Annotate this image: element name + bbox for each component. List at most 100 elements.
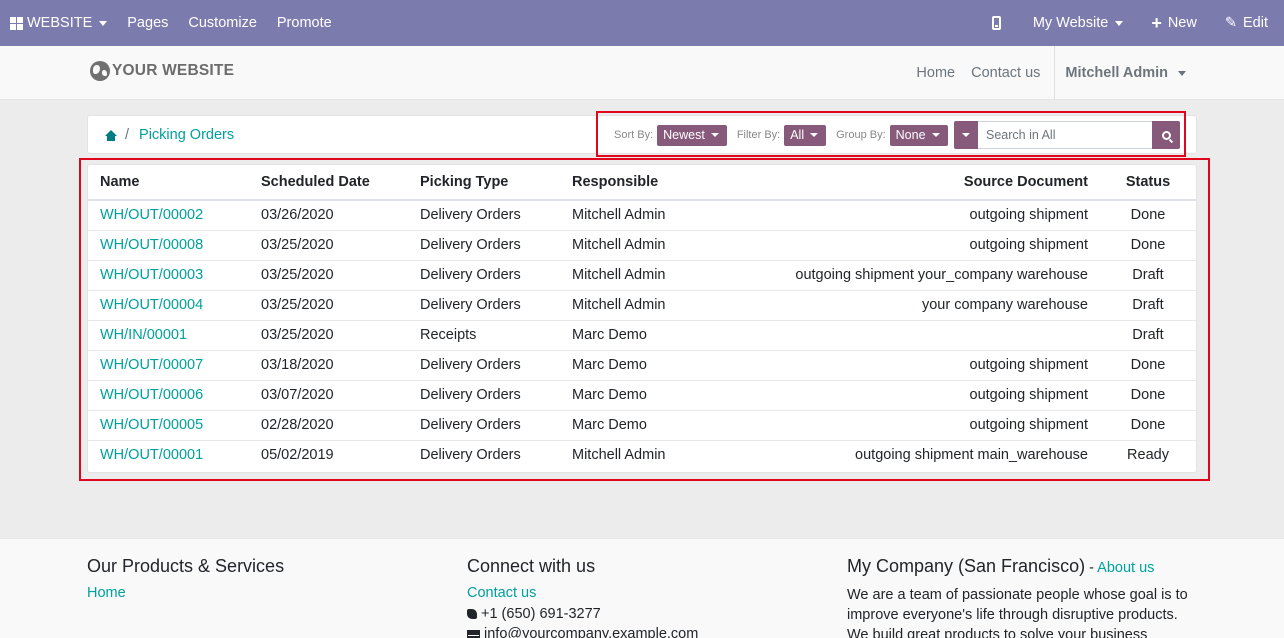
breadcrumb-separator: / — [125, 127, 130, 143]
footer-contact-link[interactable]: Contact us — [467, 585, 698, 601]
footer-home-link[interactable]: Home — [87, 585, 284, 601]
cell-source-document: outgoing shipment — [969, 207, 1089, 224]
cell-responsible: Marc Demo — [560, 409, 720, 440]
nav-contact-link[interactable]: Contact us — [963, 65, 1048, 81]
footer-phone-number: +1 (650) 691-3277 — [481, 606, 601, 622]
customize-menu-button[interactable]: Customize — [178, 0, 267, 46]
apps-grid-icon — [10, 16, 23, 30]
footer-about-link[interactable]: About us — [1097, 560, 1154, 576]
picking-order-link[interactable]: WH/OUT/00004 — [100, 297, 203, 313]
cell-picking-type: Delivery Orders — [408, 289, 560, 320]
phone-icon — [467, 609, 477, 620]
new-button[interactable]: + New — [1141, 0, 1215, 46]
cell-status: Done — [1100, 409, 1196, 440]
edit-label: Edit — [1243, 15, 1268, 31]
mobile-phone-icon — [991, 16, 1001, 30]
cell-picking-type: Delivery Orders — [408, 349, 560, 380]
table-row[interactable]: WH/IN/00001 03/25/2020 Receipts Marc Demo Dr… — [88, 319, 1196, 350]
cell-status: Done — [1100, 229, 1196, 260]
cell-picking-type: Delivery Orders — [408, 259, 560, 290]
cell-scheduled-date: 02/28/2020 — [249, 409, 408, 440]
pages-menu-button[interactable]: Pages — [117, 0, 178, 46]
picking-order-link[interactable]: WH/OUT/00002 — [100, 207, 203, 223]
my-website-dropdown[interactable]: My Website — [1023, 0, 1141, 46]
cell-scheduled-date: 03/07/2020 — [249, 379, 408, 410]
picking-orders-table: Name Scheduled Date Picking Type Respons… — [88, 165, 1196, 470]
table-row[interactable]: WH/OUT/00007 03/18/2020 Delivery Orders Mar… — [88, 349, 1196, 380]
footer-company-column: My Company (San Francisco) - About us We… — [847, 556, 1197, 638]
promote-menu-button[interactable]: Promote — [267, 0, 342, 46]
footer-connect-title: Connect with us — [467, 556, 596, 576]
picking-order-link[interactable]: WH/OUT/00006 — [100, 387, 203, 403]
column-header-source-document: Source Document — [720, 165, 1100, 201]
cell-picking-type: Delivery Orders — [408, 379, 560, 410]
table-row[interactable]: WH/OUT/00005 02/28/2020 Delivery Orders Mar… — [88, 409, 1196, 440]
breadcrumb-current[interactable]: Picking Orders — [139, 127, 234, 143]
website-menu-label: WEBSITE — [27, 15, 93, 31]
picking-order-link[interactable]: WH/OUT/00005 — [100, 417, 203, 433]
cell-scheduled-date: 03/25/2020 — [249, 319, 408, 350]
footer-products-column: Our Products & Services Home — [87, 556, 284, 604]
table-header-row: Name Scheduled Date Picking Type Respons… — [88, 165, 1196, 201]
table-row[interactable]: WH/OUT/00002 03/26/2020 Delivery Orders Mit… — [88, 200, 1196, 230]
picking-order-link[interactable]: WH/OUT/00008 — [100, 237, 203, 253]
envelope-icon — [467, 629, 480, 638]
group-by-dropdown[interactable]: None — [889, 124, 948, 146]
footer-company-name: My Company (San Francisco) — [847, 556, 1086, 576]
search-scope-dropdown[interactable] — [954, 121, 978, 149]
footer-email-address: info@yourcompany.example.com — [484, 626, 699, 638]
user-name: Mitchell Admin — [1065, 65, 1168, 81]
table-row[interactable]: WH/OUT/00001 05/02/2019 Delivery Orders Mit… — [88, 439, 1196, 470]
cell-name: WH/OUT/00008 — [88, 229, 249, 260]
edit-button[interactable]: ✎ Edit — [1215, 0, 1278, 46]
column-header-responsible: Responsible — [560, 165, 720, 201]
picking-order-link[interactable]: WH/OUT/00003 — [100, 267, 203, 283]
footer-company-text: We are a team of passionate people whose… — [847, 587, 1188, 638]
sort-by-value: Newest — [663, 128, 705, 142]
cell-name: WH/OUT/00004 — [88, 289, 249, 320]
filter-by-dropdown[interactable]: All — [784, 124, 827, 146]
footer-products-title: Our Products & Services — [87, 556, 285, 576]
picking-order-link[interactable]: WH/IN/00001 — [100, 327, 187, 343]
sort-by-dropdown[interactable]: Newest — [657, 124, 727, 146]
website-menu-button[interactable]: WEBSITE — [0, 0, 117, 46]
cell-picking-type: Receipts — [408, 319, 560, 350]
picking-order-link[interactable]: WH/OUT/00001 — [100, 447, 203, 463]
cell-status: Draft — [1100, 259, 1196, 290]
user-menu-dropdown[interactable]: Mitchell Admin — [1054, 46, 1194, 100]
nav-home-link[interactable]: Home — [908, 65, 963, 81]
table-row[interactable]: WH/OUT/00006 03/07/2020 Delivery Orders Mar… — [88, 379, 1196, 410]
column-header-name: Name — [88, 165, 249, 201]
cell-responsible: Mitchell Admin — [560, 439, 720, 470]
cell-name: WH/OUT/00006 — [88, 379, 249, 410]
footer-email[interactable]: info@yourcompany.example.com — [467, 624, 698, 638]
column-header-status: Status — [1100, 165, 1196, 201]
list-controls: Sort By: Newest Filter By: All Group By:… — [614, 124, 958, 146]
home-icon[interactable] — [105, 129, 117, 141]
cell-name: WH/OUT/00005 — [88, 409, 249, 440]
cell-responsible: Marc Demo — [560, 349, 720, 380]
cell-responsible: Mitchell Admin — [572, 207, 666, 224]
my-website-label: My Website — [1032, 15, 1109, 31]
footer-connect-column: Connect with us Contact us +1 (650) 691-… — [467, 556, 698, 638]
table-row[interactable]: WH/OUT/00008 03/25/2020 Delivery Orders Mit… — [88, 229, 1196, 260]
search-icon — [1161, 130, 1171, 140]
picking-order-link[interactable]: WH/OUT/00007 — [100, 357, 203, 373]
search-input[interactable] — [978, 121, 1152, 149]
cell-name: WH/OUT/00001 — [88, 439, 249, 470]
cell-scheduled-date: 03/26/2020 — [261, 207, 334, 224]
caret-down-icon — [931, 133, 940, 137]
cell-responsible: Mitchell Admin — [560, 229, 720, 260]
cell-status: Done — [1130, 207, 1166, 224]
table-row[interactable]: WH/OUT/00004 03/25/2020 Delivery Orders Mit… — [88, 289, 1196, 320]
cell-status: Done — [1100, 379, 1196, 410]
cell-name: WH/OUT/00007 — [88, 349, 249, 380]
cell-picking-type: Delivery Orders — [408, 409, 560, 440]
mobile-preview-button[interactable] — [982, 0, 1023, 46]
cell-scheduled-date: 03/25/2020 — [249, 229, 408, 260]
cell-picking-type: Delivery Orders — [408, 229, 560, 260]
table-row[interactable]: WH/OUT/00003 03/25/2020 Delivery Orders Mit… — [88, 259, 1196, 290]
site-logo[interactable]: YOUR WEBSITE — [90, 61, 234, 81]
group-by-value: None — [895, 128, 926, 142]
search-button[interactable] — [1152, 121, 1180, 149]
